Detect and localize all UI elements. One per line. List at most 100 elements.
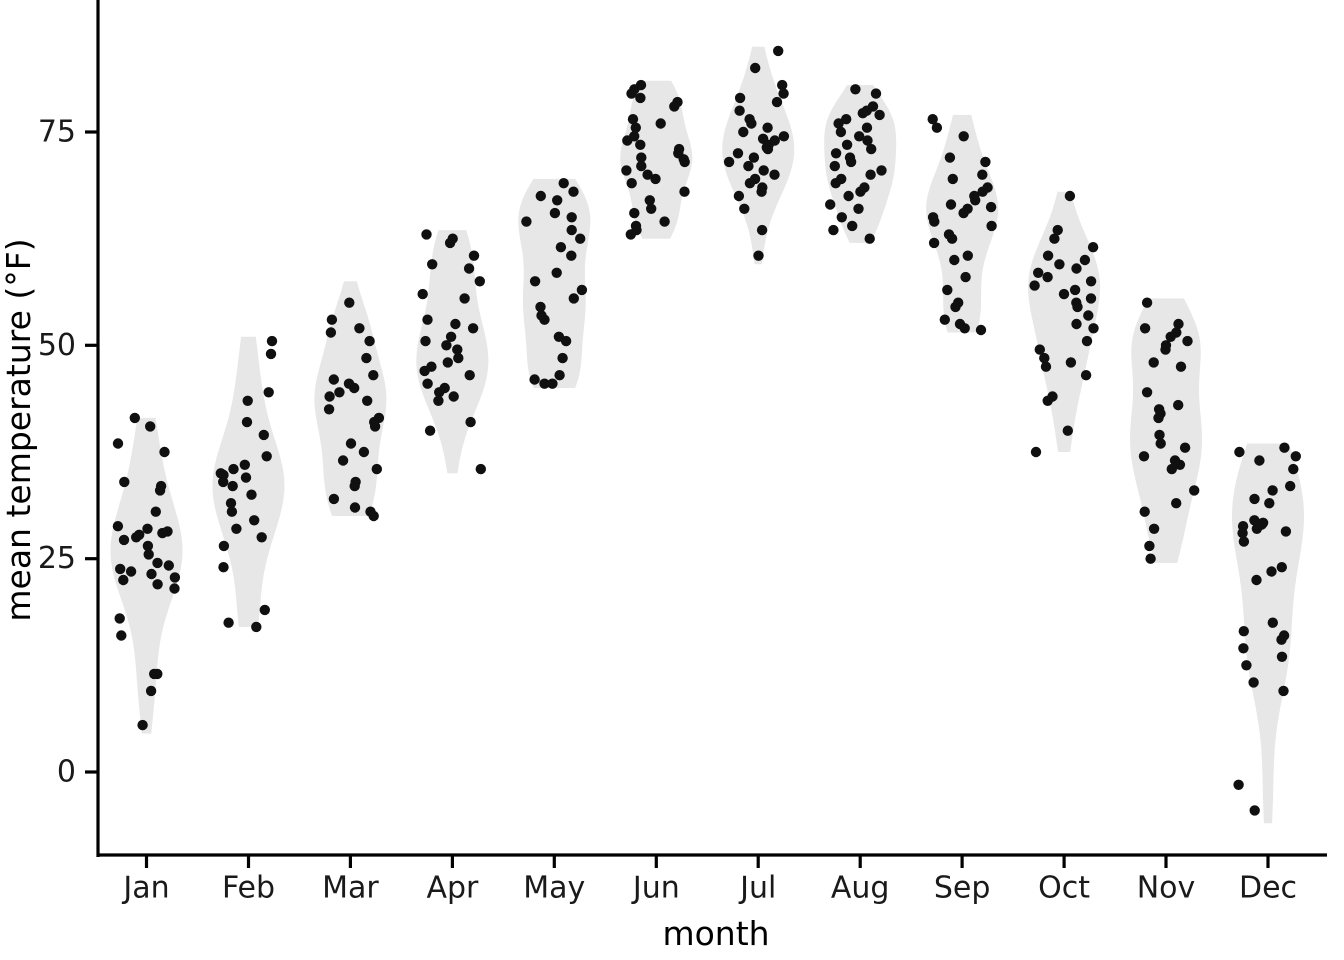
- data-point: [554, 370, 565, 381]
- data-point: [738, 126, 749, 138]
- data-point: [622, 135, 633, 146]
- data-point: [1166, 463, 1178, 475]
- data-point: [463, 263, 475, 274]
- data-point: [843, 190, 854, 202]
- data-point: [218, 476, 229, 488]
- data-point: [1054, 259, 1065, 270]
- data-point: [575, 233, 586, 244]
- data-point: [825, 199, 836, 210]
- data-point: [422, 378, 433, 389]
- data-point: [1064, 190, 1076, 202]
- data-point: [635, 139, 646, 150]
- data-point: [371, 463, 382, 475]
- data-point: [263, 387, 274, 398]
- data-point: [945, 199, 957, 210]
- data-point: [960, 271, 971, 283]
- data-point: [535, 190, 546, 202]
- data-point: [560, 335, 572, 347]
- data-point: [349, 480, 360, 492]
- data-point: [1145, 553, 1156, 564]
- x-tick-label-jun: Jun: [631, 871, 680, 906]
- data-point: [358, 446, 370, 458]
- data-point: [626, 88, 637, 99]
- y-tick-label: 0: [57, 755, 76, 790]
- data-point: [137, 719, 148, 731]
- data-point: [114, 613, 125, 624]
- data-point: [261, 451, 272, 462]
- data-point: [1267, 617, 1279, 628]
- data-point: [655, 118, 666, 129]
- x-tick-label-sep: Sep: [934, 871, 991, 906]
- data-point: [143, 549, 154, 560]
- data-point: [1080, 370, 1092, 381]
- data-point: [118, 574, 129, 586]
- data-point: [949, 254, 960, 266]
- data-point: [1071, 263, 1082, 274]
- data-point: [146, 568, 157, 580]
- data-point: [866, 143, 877, 155]
- data-point: [555, 242, 567, 253]
- data-point: [1042, 250, 1054, 261]
- data-point: [1144, 540, 1155, 552]
- data-point: [242, 395, 253, 406]
- data-point: [218, 562, 229, 573]
- data-point: [1249, 805, 1260, 816]
- data-point: [112, 438, 124, 449]
- data-point: [985, 201, 997, 213]
- x-tick-label-jan: Jan: [121, 871, 169, 906]
- x-tick-label-jul: Jul: [738, 871, 776, 906]
- data-point: [324, 391, 335, 402]
- data-point: [422, 314, 433, 325]
- data-point: [1267, 485, 1278, 496]
- data-point: [1179, 442, 1191, 453]
- data-point: [1264, 498, 1275, 509]
- data-point: [467, 323, 479, 334]
- x-axis-ticks: Jan Feb Mar Apr May Jun Jul Aug Sep Oct Nov Dec: [121, 855, 1297, 906]
- data-point: [529, 374, 540, 385]
- data-point: [669, 101, 680, 112]
- data-point: [1138, 451, 1150, 462]
- data-point: [1276, 651, 1288, 662]
- data-point: [259, 604, 270, 616]
- data-point: [115, 563, 126, 575]
- data-point: [874, 109, 885, 121]
- data-point: [1148, 357, 1159, 368]
- data-point: [239, 459, 250, 470]
- data-point: [125, 566, 137, 577]
- data-point: [142, 523, 153, 534]
- data-point: [576, 284, 588, 296]
- data-point: [733, 190, 745, 202]
- data-point: [1085, 276, 1097, 287]
- data-point: [1081, 335, 1093, 347]
- data-point: [1141, 297, 1153, 308]
- data-point: [947, 173, 958, 185]
- data-point: [853, 203, 864, 214]
- data-point: [635, 92, 646, 104]
- data-point: [1079, 254, 1091, 266]
- x-tick-label-dec: Dec: [1239, 871, 1297, 906]
- data-point: [521, 216, 532, 227]
- data-point: [756, 224, 768, 236]
- data-point: [529, 276, 541, 287]
- data-point: [750, 62, 761, 74]
- data-point: [228, 463, 239, 475]
- data-point: [474, 276, 485, 287]
- data-point: [942, 284, 953, 296]
- data-point: [650, 173, 661, 185]
- data-point: [361, 352, 372, 364]
- data-point: [362, 395, 373, 406]
- data-point: [169, 583, 180, 594]
- data-point: [566, 224, 577, 236]
- data-point: [1087, 242, 1099, 253]
- data-point: [980, 156, 991, 168]
- data-point: [732, 148, 744, 159]
- data-point: [841, 139, 853, 150]
- data-point: [870, 88, 882, 99]
- data-point: [459, 293, 470, 304]
- data-points-layer: [112, 45, 1302, 816]
- data-point: [836, 212, 847, 223]
- data-point: [417, 288, 428, 300]
- data-point: [119, 476, 130, 488]
- data-point: [928, 237, 940, 249]
- data-point: [424, 425, 436, 436]
